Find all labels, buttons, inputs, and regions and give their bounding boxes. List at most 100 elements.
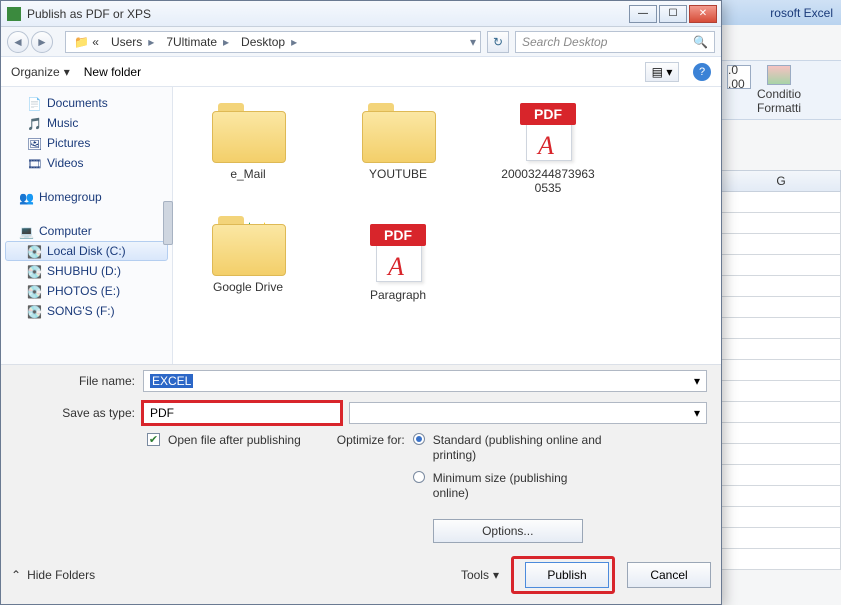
cell[interactable] xyxy=(721,381,841,402)
tools-menu[interactable]: Tools▾ xyxy=(461,568,499,582)
nav-row: ◄ ► 📁 « Users▸ 7Ultimate▸ Desktop▸ ▾ ↻ S… xyxy=(1,27,721,57)
radio-icon xyxy=(413,471,425,483)
pdf-icon: PDFA xyxy=(512,103,584,161)
cell[interactable] xyxy=(721,423,841,444)
optimize-label-row: Optimize for: xyxy=(337,433,405,447)
saveastype-combo[interactable]: PDF xyxy=(143,402,341,424)
saveastype-value: PDF xyxy=(150,406,174,420)
decimal-icon: .0 .00 xyxy=(727,65,751,89)
hide-folders-button[interactable]: ⌃Hide Folders xyxy=(11,568,95,582)
toolbar: Organize ▾ New folder ▤ ▾ ? xyxy=(1,57,721,87)
sidebar-item-drive-e[interactable]: 💽PHOTOS (E:) xyxy=(5,281,168,301)
folder-icon xyxy=(212,103,284,161)
cell[interactable] xyxy=(721,528,841,549)
cell[interactable] xyxy=(721,402,841,423)
breadcrumb-seg[interactable]: Users▸ xyxy=(107,35,158,49)
videos-icon: 🎞 xyxy=(27,157,41,169)
chevron-down-icon[interactable]: ▾ xyxy=(694,374,700,388)
sidebar-item-computer[interactable]: 💻Computer xyxy=(5,221,168,241)
cell[interactable] xyxy=(721,297,841,318)
cell[interactable] xyxy=(721,276,841,297)
breadcrumb-seg[interactable]: 7Ultimate▸ xyxy=(162,35,233,49)
checkbox-icon: ✔ xyxy=(147,433,160,446)
sidebar-item-drive-d[interactable]: 💽SHUBHU (D:) xyxy=(5,261,168,281)
optimize-standard-radio[interactable]: Standard (publishing online and printing… xyxy=(413,433,603,463)
sidebar-item-drive-c[interactable]: 💽Local Disk (C:) xyxy=(5,241,168,261)
file-item-email[interactable]: e_Mail xyxy=(193,103,303,196)
forward-button[interactable]: ► xyxy=(31,31,53,53)
cell[interactable] xyxy=(721,318,841,339)
maximize-button[interactable]: ☐ xyxy=(659,5,687,23)
cell[interactable] xyxy=(721,549,841,570)
open-after-checkbox[interactable]: ✔ Open file after publishing xyxy=(147,433,301,448)
chevron-down-icon[interactable]: ▾ xyxy=(694,406,706,420)
excel-brand: rosoft Excel xyxy=(770,6,833,20)
music-icon: 🎵 xyxy=(27,117,41,129)
pictures-icon: 🖼 xyxy=(27,137,41,149)
close-button[interactable]: ✕ xyxy=(689,5,717,23)
excel-window-bg: rosoft Excel .0 .00 ConditioFormatti G xyxy=(721,0,841,605)
titlebar: Publish as PDF or XPS — ☐ ✕ xyxy=(1,1,721,27)
file-item-pdfnum[interactable]: PDFA20003244873963 0535 xyxy=(493,103,603,196)
cancel-button[interactable]: Cancel xyxy=(627,562,711,588)
refresh-button[interactable]: ↻ xyxy=(487,31,509,53)
cell[interactable] xyxy=(721,192,841,213)
breadcrumb-root[interactable]: 📁 « xyxy=(70,35,103,49)
pdf-icon: PDFA xyxy=(362,224,434,282)
drive-icon: 💽 xyxy=(27,265,41,277)
file-item-gdrive[interactable]: ↗Google Drive xyxy=(193,216,303,302)
cell[interactable] xyxy=(721,507,841,528)
drive-icon: 💽 xyxy=(27,245,41,257)
breadcrumb[interactable]: 📁 « Users▸ 7Ultimate▸ Desktop▸ ▾ xyxy=(65,31,481,53)
drive-icon: 💽 xyxy=(27,285,41,297)
sidebar-item-videos[interactable]: 🎞Videos xyxy=(5,153,168,173)
bottom-panel: File name: EXCEL▾ Save as type: PDF ▾ ✔ … xyxy=(1,364,721,604)
cell[interactable] xyxy=(721,360,841,381)
back-button[interactable]: ◄ xyxy=(7,31,29,53)
cell[interactable] xyxy=(721,255,841,276)
sidebar-item-pictures[interactable]: 🖼Pictures xyxy=(5,133,168,153)
column-header-g[interactable]: G xyxy=(721,170,841,192)
computer-icon: 💻 xyxy=(19,225,33,237)
sidebar-item-documents[interactable]: 📄Documents xyxy=(5,93,168,113)
file-item-paragraph[interactable]: PDFAParagraph xyxy=(343,224,453,302)
drive-icon: 💽 xyxy=(27,305,41,317)
ribbon-group: .0 .00 ConditioFormatti xyxy=(721,60,841,120)
cell[interactable] xyxy=(721,339,841,360)
excel-titlebar: rosoft Excel xyxy=(721,0,841,25)
sidebar-item-drive-f[interactable]: 💽SONG'S (F:) xyxy=(5,301,168,321)
chevron-down-icon: ▾ xyxy=(493,568,499,582)
help-button[interactable]: ? xyxy=(693,63,711,81)
optimize-label: Optimize for: xyxy=(337,433,405,447)
folder-icon xyxy=(362,103,434,161)
homegroup-icon: 👥 xyxy=(19,191,33,203)
search-input[interactable]: Search Desktop 🔍 xyxy=(515,31,715,53)
filename-label: File name: xyxy=(15,374,135,388)
cell[interactable] xyxy=(721,213,841,234)
cell[interactable] xyxy=(721,465,841,486)
conditional-formatting-button[interactable]: ConditioFormatti xyxy=(757,65,801,115)
sidebar-item-homegroup[interactable]: 👥Homegroup xyxy=(5,187,168,207)
cell[interactable] xyxy=(721,486,841,507)
options-button[interactable]: Options... xyxy=(433,519,583,543)
filename-value: EXCEL xyxy=(150,374,193,388)
filename-input[interactable]: EXCEL ▾ xyxy=(143,370,707,392)
breadcrumb-seg[interactable]: Desktop▸ xyxy=(237,35,301,49)
cond-fmt-icon xyxy=(767,65,791,85)
chevron-down-icon: ▾ xyxy=(64,65,70,79)
publish-button[interactable]: Publish xyxy=(525,562,609,588)
view-mode-button[interactable]: ▤ ▾ xyxy=(645,62,679,82)
breadcrumb-dropdown-icon[interactable]: ▾ xyxy=(470,35,476,49)
optimize-minimum-radio[interactable]: Minimum size (publishing online) xyxy=(413,471,603,501)
new-folder-button[interactable]: New folder xyxy=(84,65,141,79)
cell[interactable] xyxy=(721,234,841,255)
chevron-up-icon: ⌃ xyxy=(11,568,21,582)
minimize-button[interactable]: — xyxy=(629,5,657,23)
sidebar-scrollbar[interactable] xyxy=(163,201,173,245)
search-placeholder: Search Desktop xyxy=(522,35,607,49)
file-item-youtube[interactable]: YOUTUBE xyxy=(343,103,453,196)
cell[interactable] xyxy=(721,444,841,465)
decimals-group[interactable]: .0 .00 xyxy=(727,65,751,115)
organize-button[interactable]: Organize ▾ xyxy=(11,65,70,79)
sidebar-item-music[interactable]: 🎵Music xyxy=(5,113,168,133)
